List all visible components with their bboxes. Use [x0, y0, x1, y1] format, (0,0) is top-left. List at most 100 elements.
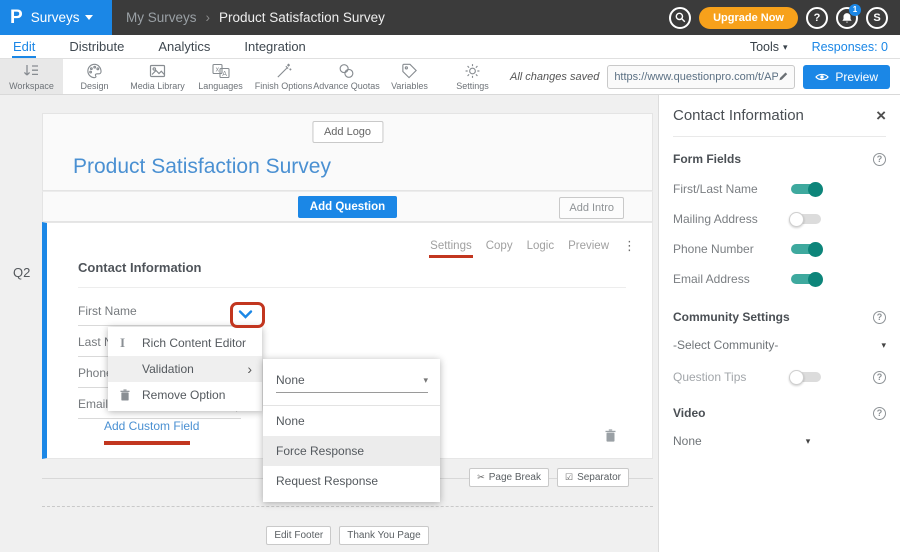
field-context-menu: I Rich Content Editor Validation › Remov… — [108, 327, 262, 411]
help-icon[interactable]: ? — [873, 311, 886, 324]
question-logic-link[interactable]: Logic — [527, 240, 555, 252]
toolbar-media-library[interactable]: Media Library — [126, 59, 189, 94]
toggle-row-email-address: Email Address — [673, 272, 886, 286]
tab-edit[interactable]: Edit — [12, 36, 36, 58]
help-icon[interactable]: ? — [873, 153, 886, 166]
svg-text:A: A — [222, 71, 227, 78]
svg-text:x: x — [215, 67, 219, 74]
tab-integration[interactable]: Integration — [243, 36, 306, 58]
form-fields-heading: Form Fields — [673, 152, 741, 166]
toolbar-design[interactable]: Design — [63, 59, 126, 94]
toolbar-variables[interactable]: Variables — [378, 59, 441, 94]
separator-button[interactable]: ☑ Separator — [557, 468, 629, 487]
caret-down-icon: ▾ — [783, 42, 788, 53]
help-button[interactable]: ? — [806, 7, 828, 29]
tab-analytics[interactable]: Analytics — [157, 36, 211, 58]
wand-icon — [274, 62, 293, 80]
caret-down-icon: ▾ — [881, 340, 886, 351]
notifications-button[interactable]: 1 — [836, 7, 858, 29]
add-intro-button[interactable]: Add Intro — [559, 197, 624, 219]
validation-option-request-response[interactable]: Request Response — [263, 466, 440, 496]
add-logo-button[interactable]: Add Logo — [312, 121, 383, 143]
tab-distribute[interactable]: Distribute — [68, 36, 125, 58]
question-number: Q2 — [13, 265, 30, 280]
survey-title[interactable]: Product Satisfaction Survey — [73, 155, 331, 179]
toolbar-workspace[interactable]: Workspace — [0, 59, 63, 94]
survey-url-box — [607, 65, 795, 89]
video-select[interactable]: None ▾ — [673, 434, 886, 448]
validation-option-force-response[interactable]: Force Response — [263, 436, 440, 466]
footer-dashed-divider — [42, 506, 653, 507]
field-first-name[interactable]: First Name — [78, 304, 241, 326]
page-break-button[interactable]: ✂ Page Break — [469, 468, 549, 487]
questionpro-logo: P — [10, 8, 23, 27]
question-preview-link[interactable]: Preview — [568, 240, 609, 252]
avatar[interactable]: S — [866, 7, 888, 29]
chain-links-icon — [337, 62, 356, 80]
delete-row-button[interactable] — [605, 429, 616, 442]
toggle-question-tips[interactable] — [791, 372, 821, 382]
validation-select[interactable]: None ▾ — [276, 373, 428, 393]
kebab-menu-icon[interactable]: ⋮ — [623, 238, 636, 254]
translate-icon: xA — [211, 62, 231, 80]
top-header-actions: Upgrade Now ? 1 S — [669, 7, 900, 29]
community-settings-heading: Community Settings — [673, 310, 790, 324]
chevron-right-icon: › — [247, 362, 252, 376]
menu-item-remove-option[interactable]: Remove Option — [108, 382, 262, 408]
help-icon[interactable]: ? — [873, 407, 886, 420]
survey-url-input[interactable] — [614, 71, 778, 83]
video-heading: Video — [673, 406, 705, 420]
page-break-icon: ✂ — [477, 472, 485, 483]
breadcrumb-current-survey: Product Satisfaction Survey — [219, 10, 385, 25]
thank-you-page-button[interactable]: Thank You Page — [339, 526, 428, 545]
toggle-email-address[interactable] — [791, 274, 821, 284]
validation-submenu: None ▾ None Force Response Request Respo… — [263, 359, 440, 502]
breadcrumb: My Surveys › Product Satisfaction Survey — [126, 10, 385, 25]
pencil-icon[interactable] — [778, 71, 788, 82]
edit-footer-button[interactable]: Edit Footer — [266, 526, 331, 545]
question-mark-icon: ? — [814, 12, 821, 24]
add-question-button[interactable]: Add Question — [298, 196, 397, 218]
menu-item-rich-content-editor[interactable]: I Rich Content Editor — [108, 330, 262, 356]
validation-option-none[interactable]: None — [263, 406, 440, 436]
breadcrumb-my-surveys[interactable]: My Surveys — [126, 10, 197, 25]
palette-icon — [85, 62, 104, 80]
notification-badge: 1 — [849, 4, 861, 16]
toolbar-finish-options[interactable]: Finish Options — [252, 59, 315, 94]
community-select[interactable]: -Select Community- ▾ — [673, 338, 886, 352]
upgrade-now-button[interactable]: Upgrade Now — [699, 7, 798, 29]
survey-editor-canvas: Q2 Add Logo Product Satisfaction Survey … — [0, 95, 658, 552]
toggle-phone-number[interactable] — [791, 244, 821, 254]
gear-icon — [463, 62, 482, 80]
question-title[interactable]: Contact Information — [78, 260, 202, 275]
surveys-app-menu[interactable]: P Surveys — [0, 0, 112, 35]
close-icon[interactable]: × — [876, 107, 886, 124]
question-block: Settings Copy Logic Preview ⋮ Contact In… — [42, 222, 653, 459]
menu-item-validation[interactable]: Validation › — [108, 356, 262, 382]
tag-icon — [400, 62, 419, 80]
surveys-menu-label: Surveys — [31, 10, 80, 25]
toolbar-settings[interactable]: Settings — [441, 59, 504, 94]
save-status: All changes saved — [510, 71, 599, 83]
toolbar-advance-quotas[interactable]: Advance Quotas — [315, 59, 378, 94]
preview-button[interactable]: Preview — [803, 65, 890, 89]
survey-card: Add Logo Product Satisfaction Survey Add… — [42, 113, 653, 459]
help-icon[interactable]: ? — [873, 371, 886, 384]
question-copy-link[interactable]: Copy — [486, 240, 513, 252]
search-button[interactable] — [669, 7, 691, 29]
caret-down-icon: ▾ — [806, 436, 811, 447]
tools-menu[interactable]: Tools ▾ — [750, 40, 788, 54]
responses-count-link[interactable]: Responses: 0 — [812, 40, 888, 54]
toggle-mailing-address[interactable] — [791, 214, 821, 224]
add-custom-field-link[interactable]: Add Custom Field — [104, 419, 199, 433]
question-settings-link[interactable]: Settings — [430, 240, 472, 252]
panel-title: Contact Information — [673, 107, 804, 124]
toggle-first-last-name[interactable] — [791, 184, 821, 194]
workspace-icon — [22, 62, 41, 80]
separator-icon: ☑ — [565, 472, 573, 483]
top-header: P Surveys My Surveys › Product Satisfact… — [0, 0, 900, 35]
avatar-initial: S — [873, 12, 880, 24]
search-icon — [675, 12, 686, 23]
image-icon — [148, 62, 167, 80]
toolbar-languages[interactable]: xA Languages — [189, 59, 252, 94]
